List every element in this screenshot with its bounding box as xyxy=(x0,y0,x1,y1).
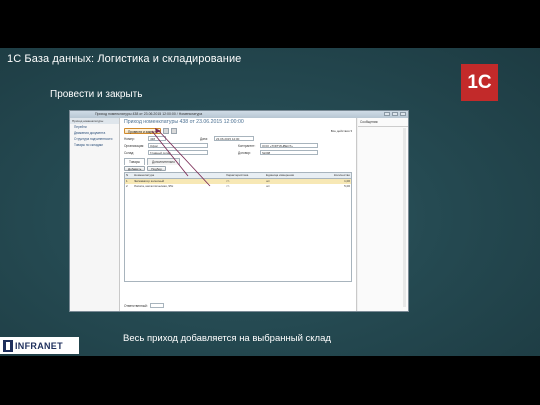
form-toolbar: Провести и закрыть Все действия ▾ xyxy=(120,126,356,135)
responsible-field[interactable] xyxy=(149,303,164,308)
number-label: Номер: xyxy=(124,136,135,141)
organization-label: Организация: xyxy=(124,143,145,148)
messages-panel: Сообщения: xyxy=(358,118,408,311)
table-row[interactable]: 2 Лопата, металлическая, 95х <> шт 5,00 xyxy=(125,184,351,189)
col-quantity[interactable]: Количество xyxy=(320,173,351,178)
window-title: Приход номенклатуры 438 от 23.06.2015 12… xyxy=(95,112,203,116)
messages-header: Сообщения: xyxy=(358,118,408,127)
col-characteristic[interactable]: Характеристика xyxy=(225,173,265,178)
field-row-organization: Организация: Офис Контрагент: ООО «ТОРГИ… xyxy=(120,142,356,149)
add-row-button[interactable]: Добавить xyxy=(124,166,146,171)
field-row-warehouse: Склад: Главный склад Договор: №098 xyxy=(120,149,356,156)
organization-field[interactable]: Офис xyxy=(148,143,208,148)
form-tabs: Товары Дополнительно xyxy=(120,156,356,165)
pick-button[interactable]: Подбор xyxy=(147,166,166,171)
window-controls xyxy=(384,111,408,118)
row-quantity[interactable]: 5,00 xyxy=(320,184,351,189)
post-and-close-button[interactable]: Провести и закрыть xyxy=(124,127,162,134)
grid-toolbar: Добавить Подбор xyxy=(120,165,356,172)
field-row-number: Номер: 438 Дата: 23.06.2015 12:00 xyxy=(120,135,356,142)
maximize-icon[interactable] xyxy=(392,112,398,116)
document-form: Приход номенклатуры 438 от 23.06.2015 12… xyxy=(120,118,357,311)
slide-caption: Весь приход добавляется на выбранный скл… xyxy=(123,333,331,344)
row-characteristic[interactable]: <> xyxy=(225,184,265,189)
post-icon[interactable] xyxy=(171,127,178,134)
col-unit[interactable]: Единица измерения xyxy=(265,173,320,178)
all-actions-button[interactable]: Все действия ▾ xyxy=(331,129,352,133)
goods-table: N Номенклатура Характеристика Единица из… xyxy=(124,172,352,282)
date-label: Дата: xyxy=(200,136,208,141)
row-unit[interactable]: шт xyxy=(265,184,320,189)
nav-item-stock[interactable]: Товары по складам xyxy=(70,142,119,148)
infranet-logo: INFRANET xyxy=(0,337,79,354)
row-item[interactable]: Лопата, металлическая, 95х xyxy=(133,184,225,189)
nav-panel: Приход номенклатуры Перейти Движения док… xyxy=(70,118,120,311)
col-item[interactable]: Номенклатура xyxy=(133,173,225,178)
tab-additional[interactable]: Дополнительно xyxy=(146,158,180,165)
close-icon[interactable] xyxy=(400,112,406,116)
row-number: 2 xyxy=(126,184,128,188)
save-icon[interactable] xyxy=(163,127,170,134)
col-n[interactable]: N xyxy=(125,173,133,178)
infranet-mark-icon xyxy=(3,339,13,352)
tab-goods[interactable]: Товары xyxy=(124,158,145,165)
slide-title: 1С База данных: Логистика и складировани… xyxy=(7,53,242,65)
form-footer: Ответственный: xyxy=(124,303,164,308)
minimize-icon[interactable] xyxy=(384,112,390,116)
date-field[interactable]: 23.06.2015 12:00 xyxy=(214,136,254,141)
slide-subtitle: Провести и закрыть xyxy=(50,89,143,100)
responsible-label: Ответственный: xyxy=(124,303,148,308)
form-title: Приход номенклатуры 438 от 23.06.2015 12… xyxy=(124,119,244,125)
infranet-logo-text: INFRANET xyxy=(15,340,63,351)
contract-field[interactable]: №098 xyxy=(260,150,318,155)
app-titlebar: Приход номенклатуры 438 от 23.06.2015 12… xyxy=(70,111,408,118)
counterparty-field[interactable]: ООО «ТОРГИНВЕСТ» xyxy=(260,143,318,148)
number-field[interactable]: 438 xyxy=(148,136,166,141)
app-window-screenshot: Приход номенклатуры 438 от 23.06.2015 12… xyxy=(69,110,409,312)
warehouse-field[interactable]: Главный склад xyxy=(148,150,208,155)
warehouse-label: Склад: xyxy=(124,150,135,155)
1c-logo: 1С xyxy=(461,64,498,101)
counterparty-label: Контрагент: xyxy=(238,143,256,148)
contract-label: Договор: xyxy=(238,150,251,155)
side-scrollbar[interactable] xyxy=(403,128,406,307)
